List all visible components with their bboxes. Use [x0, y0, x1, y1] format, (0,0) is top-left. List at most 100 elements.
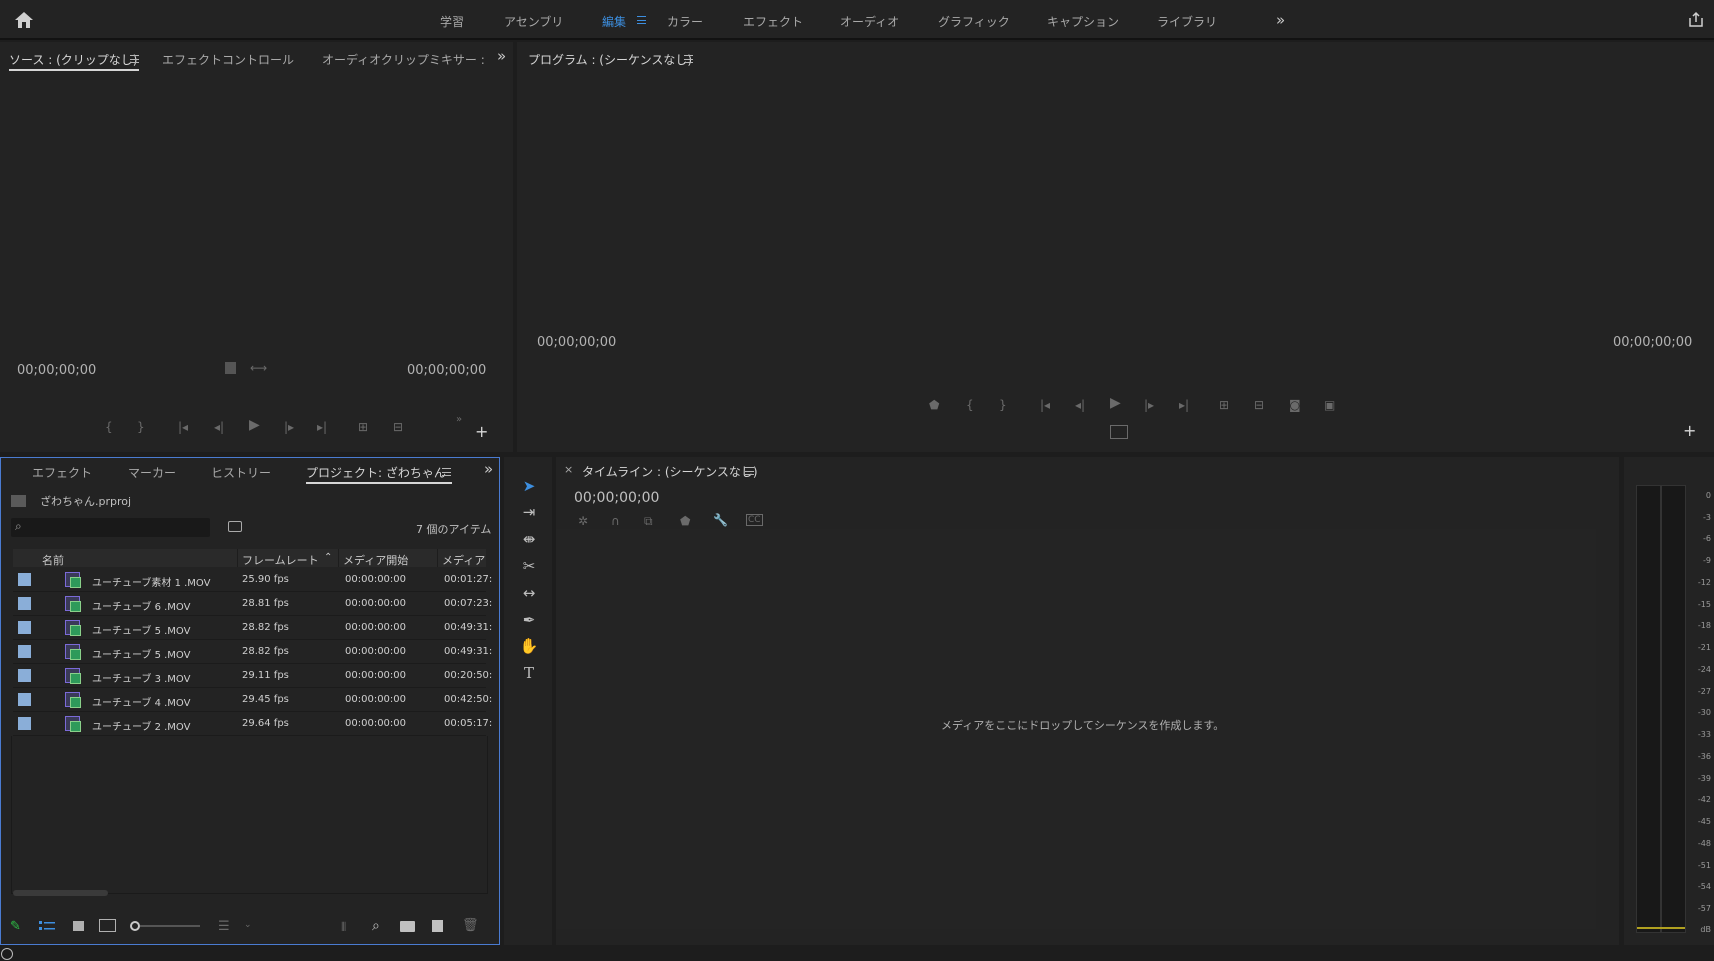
- tab-markers[interactable]: マーカー: [128, 464, 176, 481]
- label-swatch[interactable]: [18, 717, 31, 730]
- list-item[interactable]: ユーチューブ 5 .MOV 28.82 fps 00:00:00:00 00:4…: [13, 616, 492, 640]
- find-icon[interactable]: ⌕: [372, 918, 380, 934]
- new-bin-icon[interactable]: [400, 921, 415, 932]
- step-back-icon[interactable]: ◂|: [214, 420, 224, 434]
- program-step-forward-icon[interactable]: |▸: [1144, 398, 1154, 412]
- label-swatch[interactable]: [18, 621, 31, 634]
- tab-effects[interactable]: エフェクト: [32, 464, 92, 481]
- extract-icon[interactable]: ⊟: [1254, 398, 1264, 412]
- column-name[interactable]: 名前: [42, 552, 64, 568]
- sort-icons-icon[interactable]: ☰: [218, 919, 230, 934]
- label-swatch[interactable]: [18, 573, 31, 586]
- column-divider-1[interactable]: [237, 549, 238, 567]
- play-icon[interactable]: ▶: [249, 418, 260, 432]
- sort-dropdown-chevron-icon[interactable]: ⌄: [244, 920, 252, 930]
- write-protect-icon[interactable]: ✎: [10, 919, 21, 934]
- overwrite-icon[interactable]: ⊟: [393, 420, 403, 434]
- label-swatch[interactable]: [18, 597, 31, 610]
- column-frame-rate[interactable]: フレームレート: [242, 552, 319, 568]
- program-panel-menu-icon[interactable]: [684, 55, 693, 63]
- timeline-settings-icon[interactable]: 🔧: [713, 513, 728, 527]
- status-indicator-icon[interactable]: [1, 948, 13, 960]
- mark-out-icon[interactable]: }: [137, 420, 145, 434]
- horizontal-scrollbar[interactable]: [13, 890, 108, 896]
- workspace-learn[interactable]: 学習: [440, 13, 464, 30]
- razor-icon[interactable]: ✂: [518, 555, 540, 577]
- project-more-tabs-icon[interactable]: »: [484, 460, 493, 478]
- project-panel-menu-icon[interactable]: [442, 468, 451, 476]
- tab-effect-controls[interactable]: エフェクトコントロール: [162, 51, 294, 68]
- list-item[interactable]: ユーチューブ 3 .MOV 29.11 fps 00:00:00:00 00:2…: [13, 664, 492, 688]
- workspace-libraries[interactable]: ライブラリ: [1157, 13, 1217, 30]
- label-swatch[interactable]: [18, 693, 31, 706]
- list-view-icon[interactable]: [39, 920, 56, 932]
- source-fit-icon[interactable]: [225, 362, 236, 374]
- comparison-view-icon[interactable]: ▣: [1324, 398, 1335, 412]
- icon-view-icon[interactable]: [73, 921, 84, 931]
- lift-icon[interactable]: ⊞: [1219, 398, 1229, 412]
- mark-in-icon[interactable]: {: [105, 420, 113, 434]
- home-icon[interactable]: [13, 10, 35, 30]
- program-mark-in-icon[interactable]: {: [966, 398, 974, 412]
- program-go-to-out-icon[interactable]: ▸|: [1179, 398, 1189, 412]
- timeline-add-marker-icon[interactable]: ⬟: [680, 514, 690, 528]
- source-timecode-current[interactable]: 00;00;00;00: [17, 363, 96, 378]
- program-step-back-icon[interactable]: ◂|: [1075, 398, 1085, 412]
- safe-margins-icon[interactable]: [1110, 425, 1128, 439]
- tab-project[interactable]: プロジェクト: ざわちゃん: [306, 464, 446, 481]
- source-drag-audio-icon[interactable]: ⟷: [250, 361, 267, 375]
- track-select-forward-icon[interactable]: ⇥: [518, 501, 540, 523]
- workspace-effects[interactable]: エフェクト: [743, 13, 803, 30]
- label-swatch[interactable]: [18, 645, 31, 658]
- timeline-close-icon[interactable]: ×: [564, 463, 573, 476]
- freeform-view-icon[interactable]: [99, 919, 116, 932]
- program-play-icon[interactable]: ▶: [1110, 396, 1121, 410]
- nest-icon[interactable]: ✲: [578, 514, 588, 528]
- export-frame-icon[interactable]: ◙: [1289, 398, 1301, 412]
- workspace-editing[interactable]: 編集: [602, 13, 626, 30]
- workspace-captions[interactable]: キャプション: [1047, 13, 1119, 30]
- more-tabs-icon[interactable]: »: [497, 47, 506, 65]
- source-more-controls-icon[interactable]: »: [456, 413, 462, 427]
- selection-tool-icon[interactable]: ➤: [518, 475, 540, 497]
- project-search-input[interactable]: ⌕: [11, 518, 210, 537]
- workspace-menu-icon[interactable]: [637, 16, 646, 24]
- share-icon[interactable]: [1688, 11, 1704, 28]
- workspace-assembly[interactable]: アセンブリ: [504, 13, 563, 30]
- clear-icon[interactable]: 🗑: [462, 918, 479, 933]
- type-icon[interactable]: T: [518, 662, 540, 684]
- linked-selection-icon[interactable]: ⧉: [644, 514, 653, 528]
- program-add-button-icon[interactable]: +: [1683, 423, 1696, 439]
- step-forward-icon[interactable]: |▸: [284, 420, 294, 434]
- list-item[interactable]: ユーチューブ素材 1 .MOV 25.90 fps 00:00:00:00 00…: [13, 568, 492, 592]
- ripple-edit-icon[interactable]: ⇼: [518, 528, 540, 550]
- tab-source[interactable]: ソース : (クリップなし): [9, 51, 137, 68]
- captions-icon[interactable]: CC: [746, 514, 763, 526]
- timeline-timecode[interactable]: 00;00;00;00: [574, 490, 659, 506]
- go-to-in-icon[interactable]: |◂: [178, 420, 188, 434]
- project-list-area[interactable]: [11, 736, 488, 894]
- timeline-title[interactable]: タイムライン : (シーケンスなし): [582, 463, 758, 480]
- program-panel-title[interactable]: プログラム : (シーケンスなし): [528, 51, 692, 68]
- column-media-start[interactable]: メディア開始: [343, 552, 408, 568]
- program-mark-out-icon[interactable]: }: [999, 398, 1007, 412]
- go-to-out-icon[interactable]: ▸|: [317, 420, 327, 434]
- timeline-panel-menu-icon[interactable]: [745, 467, 754, 475]
- list-item[interactable]: ユーチューブ 6 .MOV 28.81 fps 00:00:00:00 00:0…: [13, 592, 492, 616]
- list-item[interactable]: ユーチューブ 2 .MOV 29.64 fps 00:00:00:00 00:0…: [13, 712, 492, 736]
- program-go-to-in-icon[interactable]: |◂: [1040, 398, 1050, 412]
- add-marker-icon[interactable]: ⬟: [929, 398, 939, 412]
- source-panel-menu-icon[interactable]: [130, 55, 139, 63]
- list-item[interactable]: ユーチューブ 4 .MOV 29.45 fps 00:00:00:00 00:4…: [13, 688, 492, 712]
- hand-icon[interactable]: ✋: [518, 635, 540, 657]
- insert-icon[interactable]: ⊞: [358, 420, 368, 434]
- new-item-icon[interactable]: [432, 920, 443, 932]
- column-media-end[interactable]: メディア: [442, 552, 485, 568]
- tab-history[interactable]: ヒストリー: [211, 464, 271, 481]
- label-swatch[interactable]: [18, 669, 31, 682]
- slip-icon[interactable]: ↔: [518, 582, 540, 604]
- workspace-graphics[interactable]: グラフィック: [938, 13, 1010, 30]
- column-divider-3[interactable]: [437, 549, 438, 567]
- more-workspaces-icon[interactable]: »: [1276, 11, 1285, 29]
- source-add-button-icon[interactable]: +: [475, 424, 488, 440]
